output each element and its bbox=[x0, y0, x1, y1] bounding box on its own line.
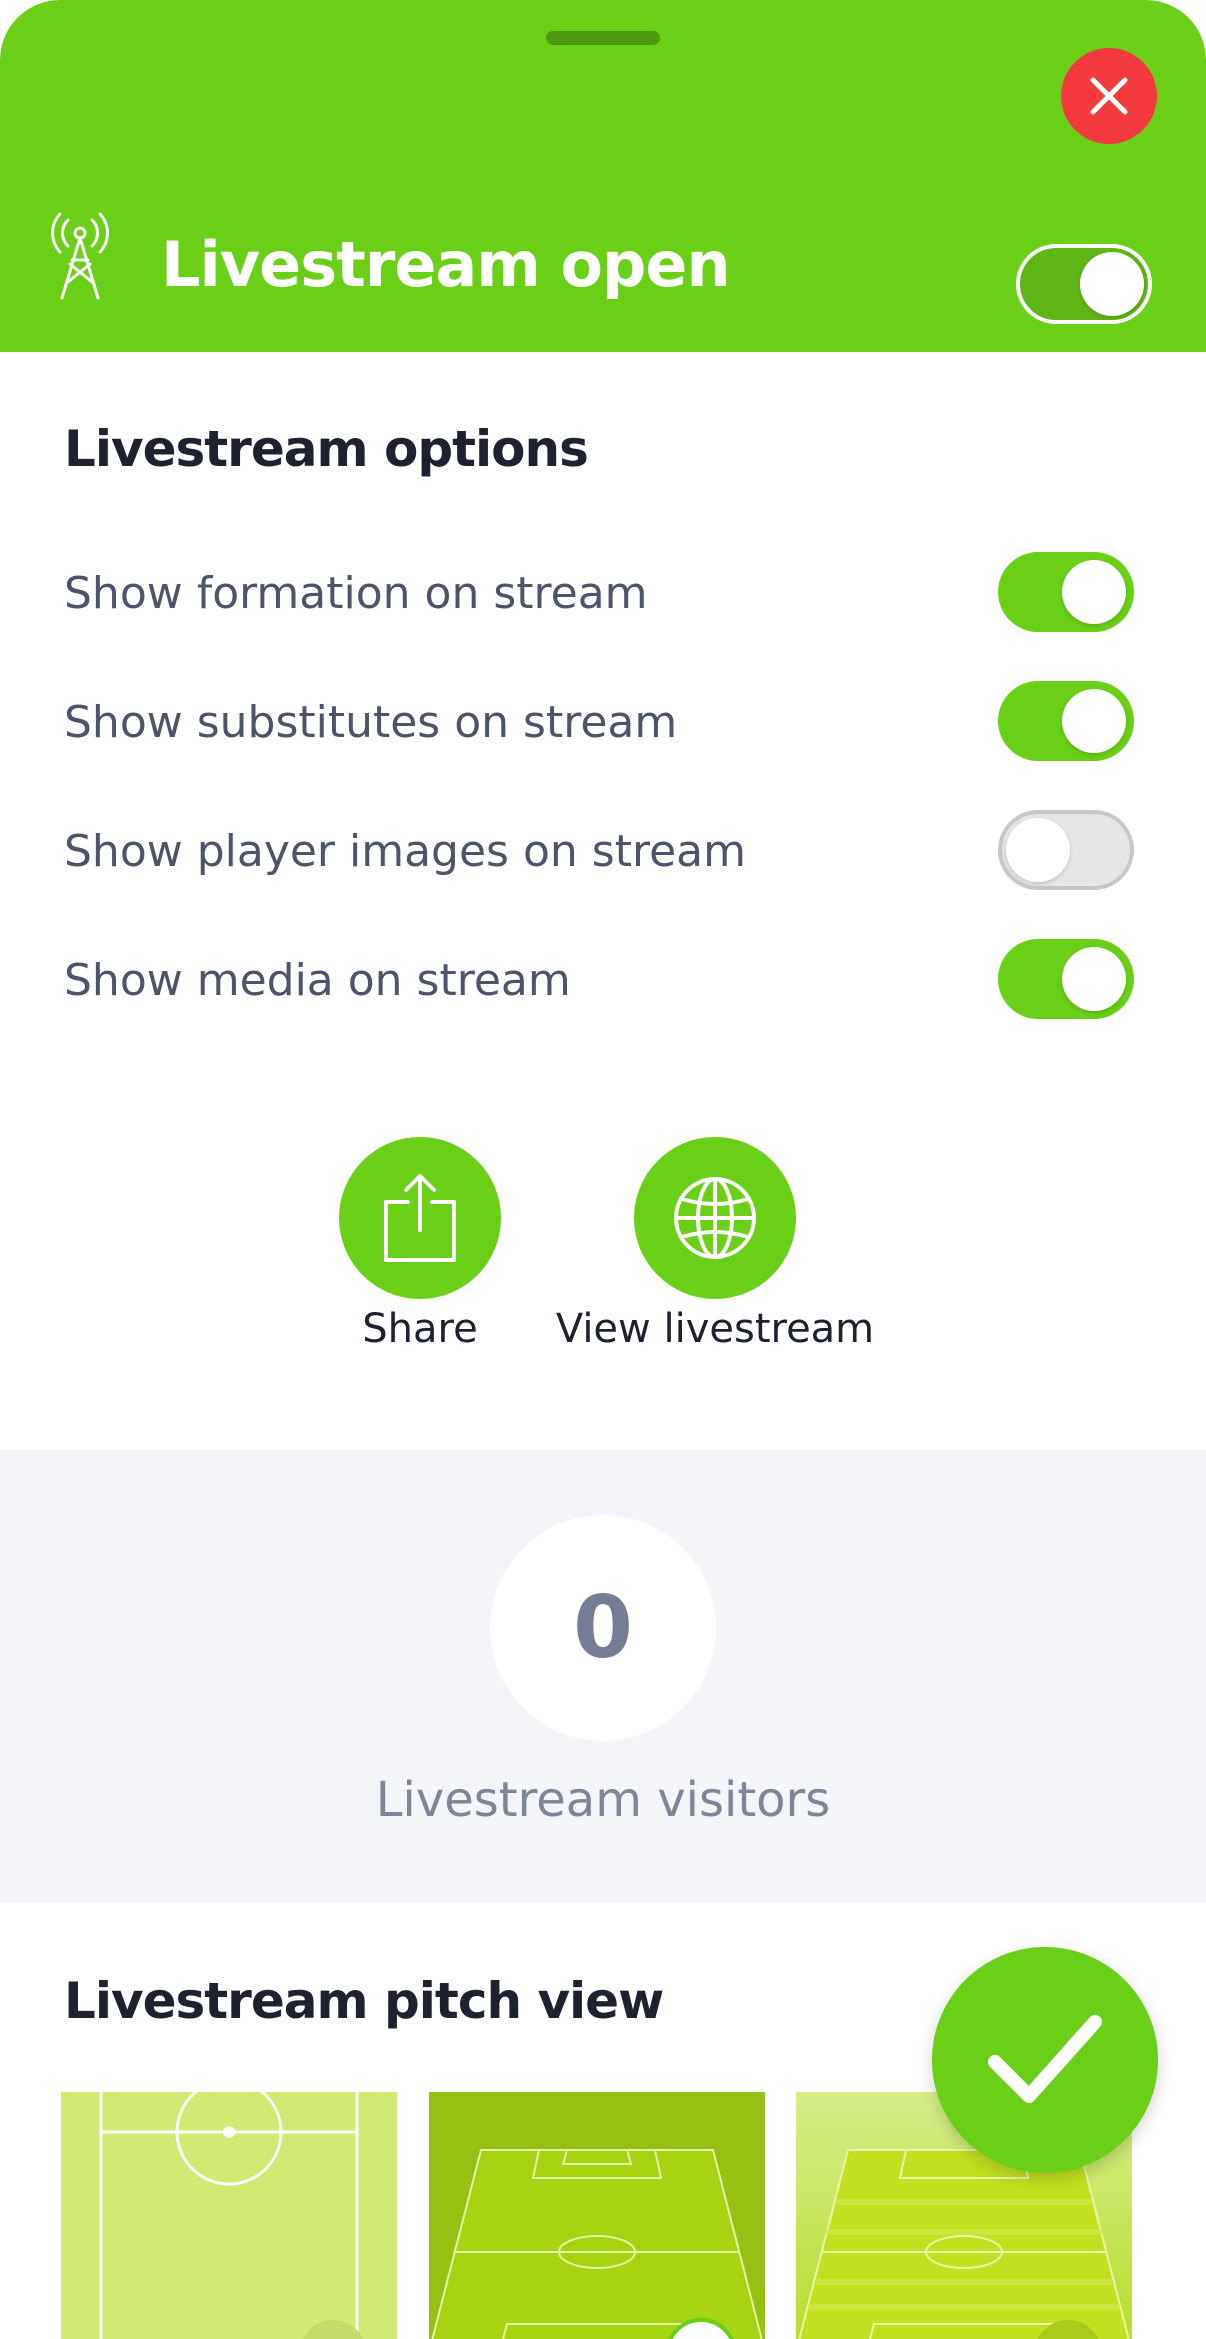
visitors-label: Livestream visitors bbox=[375, 1772, 831, 1828]
toggle-knob bbox=[1062, 947, 1126, 1011]
globe-icon bbox=[674, 1177, 756, 1259]
option-label-formation: Show formation on stream bbox=[64, 568, 648, 619]
striped-perspective-pitch-thumbnail bbox=[429, 2092, 765, 2339]
options-section-title: Livestream options bbox=[64, 420, 589, 478]
share-label: Share bbox=[362, 1306, 478, 1352]
toggle-show-media[interactable] bbox=[998, 939, 1134, 1019]
livestream-header: Livestream open bbox=[0, 0, 1206, 352]
pitch-option-flat[interactable] bbox=[61, 2092, 397, 2339]
toggle-knob bbox=[1062, 560, 1126, 624]
share-icon bbox=[384, 1174, 456, 1262]
livestream-open-toggle[interactable] bbox=[1016, 244, 1152, 324]
toggle-knob bbox=[1062, 689, 1126, 753]
view-livestream-label: View livestream bbox=[555, 1306, 875, 1352]
option-label-player-images: Show player images on stream bbox=[64, 826, 746, 877]
toggle-knob bbox=[1080, 252, 1144, 316]
livestream-sheet: Livestream open Livestream options Show … bbox=[0, 0, 1206, 2339]
close-button[interactable] bbox=[1061, 48, 1157, 144]
flat-pitch-thumbnail bbox=[61, 2092, 397, 2339]
broadcast-tower-icon bbox=[51, 212, 109, 300]
option-label-media: Show media on stream bbox=[64, 955, 571, 1006]
view-livestream-button[interactable] bbox=[634, 1137, 796, 1299]
header-title: Livestream open bbox=[161, 228, 731, 301]
option-label-substitutes: Show substitutes on stream bbox=[64, 697, 678, 748]
toggle-knob bbox=[1006, 818, 1070, 882]
toggle-show-player-images[interactable] bbox=[998, 810, 1134, 890]
sheet-grabber-handle[interactable] bbox=[546, 31, 660, 45]
pitch-option-striped-perspective[interactable] bbox=[429, 2092, 765, 2339]
confirm-button[interactable] bbox=[932, 1947, 1158, 2173]
close-icon bbox=[1090, 77, 1128, 115]
toggle-show-formation[interactable] bbox=[998, 552, 1134, 632]
checkmark-icon bbox=[988, 2015, 1102, 2103]
visitors-section: 0 Livestream visitors bbox=[0, 1450, 1206, 1903]
share-button[interactable] bbox=[339, 1137, 501, 1299]
visitors-count: 0 bbox=[490, 1515, 716, 1741]
toggle-show-substitutes[interactable] bbox=[998, 681, 1134, 761]
pitch-view-section-title: Livestream pitch view bbox=[64, 1972, 664, 2030]
